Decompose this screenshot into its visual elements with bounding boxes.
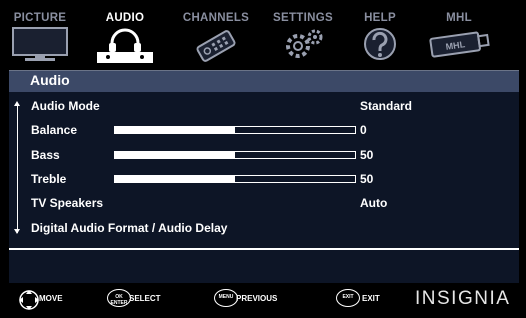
tab-settings[interactable]: SETTINGS [268,0,338,70]
treble-slider[interactable] [114,175,356,183]
usb-mhl-icon: MHL [429,31,490,58]
tab-mhl[interactable]: MHL MHL [424,0,494,70]
headphones-icon [97,28,153,63]
tab-audio-label: AUDIO [105,12,145,24]
tab-channels[interactable]: CHANNELS [180,0,252,70]
treble-label: Treble [31,172,67,186]
menu-icon-text: MENU [218,294,234,300]
tv-speakers-label: TV Speakers [31,196,104,210]
move-hint: MOVE [39,294,63,303]
menu-button-icon: MENU [214,289,238,307]
previous-hint: PREVIOUS [236,294,278,303]
menu-title: Audio [30,72,70,88]
bass-slider[interactable] [114,151,356,159]
tv-speakers-value: Auto [360,196,388,210]
tab-help-label: HELP [364,12,396,24]
balance-slider[interactable] [114,126,356,134]
question-icon [364,28,396,60]
digital-audio-label: Digital Audio Format / Audio Delay [31,221,228,235]
bass-slider-fill [115,152,235,158]
tab-help[interactable]: HELP [354,0,406,70]
bass-value: 50 [360,148,374,162]
menu-scrollbar[interactable] [17,103,18,233]
select-hint: SELECT [129,294,161,303]
bass-label: Bass [31,148,60,162]
tab-picture-label: PICTURE [13,12,67,24]
menu-title-bar: Audio [9,71,519,92]
scroll-down-arrow-icon [14,229,20,234]
balance-label: Balance [31,123,78,137]
tab-picture[interactable]: PICTURE [8,0,72,70]
tv-icon [12,27,68,61]
exit-icon-text: EXIT [342,294,354,300]
audio-mode-label: Audio Mode [31,99,100,113]
remote-icon [196,30,236,62]
insignia-logo: INSIGNIA [415,288,511,309]
tab-audio[interactable]: AUDIO [95,0,155,70]
ok-enter-icon-text: OK ENTER [110,294,128,306]
gears-icon [286,29,323,58]
balance-value: 0 [360,123,367,137]
tab-channels-label: CHANNELS [182,12,250,24]
tab-mhl-label: MHL [446,12,472,24]
footer-hint-bar: MOVE OK ENTER SELECT MENU PREVIOUS EXIT … [0,284,526,318]
balance-slider-fill [115,127,235,133]
menu-tab-bar: PICTURE AUDIO CHANNELS SETTINGS HELP MHL… [0,0,526,70]
ok-enter-button-icon: OK ENTER [107,289,131,307]
treble-value: 50 [360,172,374,186]
exit-button-icon: EXIT [336,289,360,307]
audio-mode-value: Standard [360,99,413,113]
tab-settings-label: SETTINGS [273,12,333,24]
dpad-move-icon [19,290,39,310]
panel-divider [9,248,519,250]
treble-slider-fill [115,176,235,182]
exit-hint: EXIT [362,294,380,303]
